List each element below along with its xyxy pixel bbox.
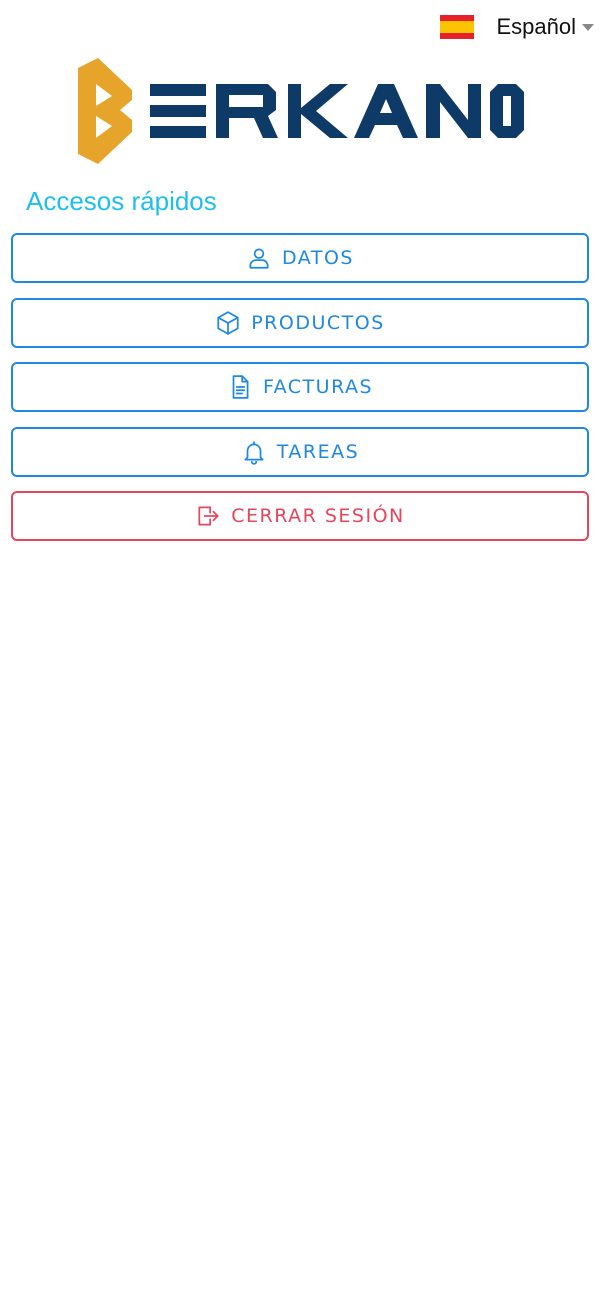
language-selector[interactable]: Español — [440, 14, 594, 40]
cerrar-sesion-button[interactable]: CERRAR SESIÓN — [11, 491, 589, 541]
user-icon — [246, 245, 272, 271]
logout-icon — [195, 503, 221, 529]
datos-button-label: DATOS — [282, 247, 354, 269]
cerrar-sesion-button-label: CERRAR SESIÓN — [231, 505, 405, 527]
datos-button[interactable]: DATOS — [11, 233, 589, 283]
caret-down-icon — [582, 23, 594, 31]
bell-icon — [241, 439, 267, 465]
productos-button[interactable]: PRODUCTOS — [11, 297, 589, 348]
facturas-button-label: FACTURAS — [262, 376, 374, 398]
spain-flag-icon — [440, 15, 475, 39]
section-title: Accesos rápidos — [26, 186, 217, 216]
facturas-button[interactable]: FACTURAS — [11, 362, 589, 412]
tareas-button[interactable]: TAREAS — [11, 426, 589, 477]
language-label: Español — [496, 14, 576, 39]
quick-access-list: DATOS PRODUCTOS FACTURAS TAREAS CERRAR S… — [11, 233, 589, 556]
productos-button-label: PRODUCTOS — [251, 311, 385, 334]
tareas-button-label: TAREAS — [276, 440, 360, 463]
document-icon — [227, 374, 253, 400]
box-icon — [215, 310, 241, 336]
berkano-logo — [78, 58, 524, 164]
